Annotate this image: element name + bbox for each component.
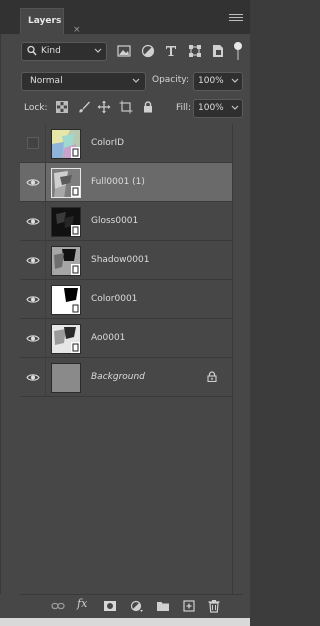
layer-thumbnail [51,246,81,276]
visibility-toggle[interactable] [20,358,46,397]
link-layers-icon[interactable] [51,599,65,613]
new-layer-icon[interactable] [182,599,196,613]
fx-icon[interactable]: fx [77,597,87,610]
filter-kind-select[interactable]: Kind [21,42,107,61]
eye-icon [26,296,40,303]
tab-close-icon[interactable]: × [73,25,81,35]
layer-name[interactable]: Shadow0001 [91,255,149,265]
tab-layers[interactable]: Layers × [20,8,81,35]
delete-layer-icon[interactable] [207,599,221,613]
chevron-down-icon [94,45,102,60]
fill-field[interactable]: 100% [193,99,243,118]
fill-value: 100% [198,103,224,113]
new-adjustment-icon[interactable] [130,599,144,613]
chevron-down-icon [132,75,140,90]
layer-row[interactable]: Background [20,358,232,397]
shape-filter-icon[interactable] [187,43,203,59]
visibility-toggle[interactable] [20,241,46,280]
new-group-icon[interactable] [156,599,170,613]
layer-name[interactable]: Gloss0001 [91,216,138,226]
visibility-off-box [27,137,39,149]
layer-name[interactable]: Color0001 [91,294,137,304]
eye-icon [26,335,40,342]
type-filter-icon[interactable] [163,43,179,59]
lock-transparent-pixels-icon[interactable] [55,100,69,114]
blend-mode-select[interactable]: Normal [21,72,146,91]
lock-all-icon[interactable] [141,100,155,114]
layer-name[interactable]: Background [91,372,145,382]
opacity-label: Opacity: [152,75,189,85]
filter-kind-label: Kind [41,46,61,56]
eye-icon [26,218,40,225]
adjustment-filter-icon[interactable] [140,43,156,59]
eye-icon [26,374,40,381]
layer-thumbnail [51,168,81,198]
visibility-toggle[interactable] [20,319,46,358]
panel-footer: fx [0,594,250,618]
panel-edge [0,34,1,618]
layer-thumbnail [51,324,81,354]
layer-name[interactable]: Ao0001 [91,333,125,343]
layer-row[interactable]: Ao0001 [20,319,232,358]
fill-label: Fill: [176,103,192,113]
filter-toggle-switch[interactable] [234,42,242,62]
divider [20,594,243,595]
lock-artboard-icon[interactable] [119,100,133,114]
layer-row[interactable]: Gloss0001 [20,202,232,241]
opacity-value: 100% [198,76,224,86]
search-icon [27,45,37,60]
layer-thumbnail [51,129,81,159]
lock-position-icon[interactable] [97,100,111,114]
layer-row[interactable]: Color0001 [20,280,232,319]
layer-thumbnail [51,285,81,315]
lock-label: Lock: [24,103,48,113]
panel-menu-icon[interactable] [229,12,243,24]
eye-icon [26,257,40,264]
layers-panel: Layers × Kind Normal Opacity: 100% Lock:… [0,0,250,626]
visibility-toggle[interactable] [20,124,46,163]
layer-row[interactable]: Shadow0001 [20,241,232,280]
panel-tab-bar: Layers × [0,0,250,35]
layer-row[interactable]: ColorID [20,124,232,163]
chevron-down-icon[interactable] [231,75,239,90]
visibility-toggle[interactable] [20,280,46,319]
eye-icon [26,179,40,186]
lock-icon[interactable] [207,371,217,385]
blend-mode-value: Normal [30,76,63,86]
layer-name[interactable]: ColorID [91,138,124,148]
opacity-field[interactable]: 100% [193,72,243,91]
image-filter-icon[interactable] [116,43,132,59]
lock-image-pixels-icon[interactable] [77,100,91,114]
chevron-down-icon[interactable] [231,102,239,117]
visibility-toggle[interactable] [20,202,46,241]
tab-layers-label: Layers [28,16,62,26]
add-mask-icon[interactable] [103,599,117,613]
layer-row[interactable]: Full0001 (1) [20,163,232,202]
layer-thumbnail [51,363,81,393]
layers-scrollbar[interactable] [232,124,243,594]
layers-list: ColorID Full0001 (1) Gloss0001 Shadow000… [20,124,243,594]
layer-name[interactable]: Full0001 (1) [91,177,145,187]
visibility-toggle[interactable] [20,163,46,202]
layer-thumbnail [51,207,81,237]
smart-object-filter-icon[interactable] [210,43,226,59]
window-status-strip [0,618,250,626]
